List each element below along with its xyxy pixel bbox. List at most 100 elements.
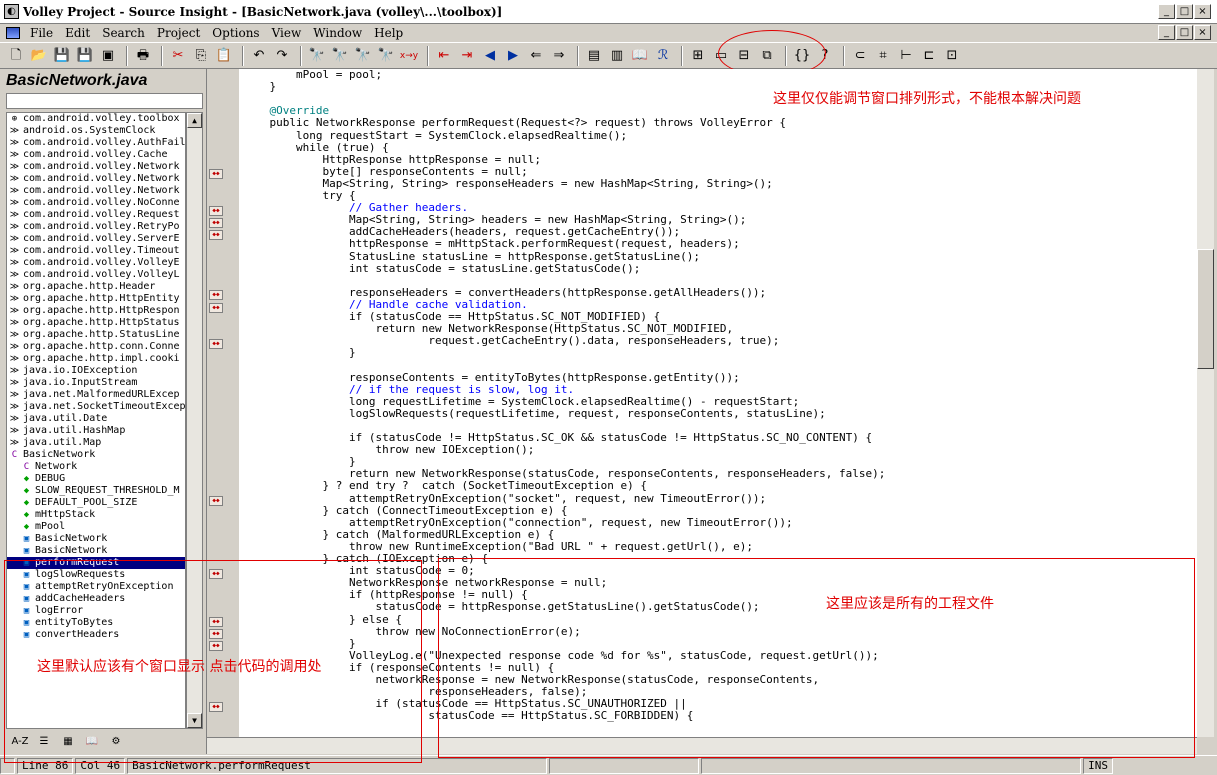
symbol-list-item[interactable]: ≫ com.android.volley.ServerE bbox=[7, 233, 185, 245]
gutter-marker[interactable]: ◆◆ bbox=[209, 229, 223, 240]
menu-window[interactable]: Window bbox=[307, 26, 368, 40]
cut-icon[interactable]: ✂ bbox=[168, 46, 188, 66]
minimize-button[interactable]: _ bbox=[1158, 4, 1175, 19]
menu-search[interactable]: Search bbox=[96, 26, 151, 40]
symbol-list-item[interactable]: ≫ java.util.HashMap bbox=[7, 425, 185, 437]
search-files-icon[interactable]: 🔭 bbox=[330, 46, 350, 66]
maximize-button[interactable]: □ bbox=[1176, 4, 1193, 19]
symbol-list-item[interactable]: ▣ BasicNetwork bbox=[7, 545, 185, 557]
menu-project[interactable]: Project bbox=[151, 26, 206, 40]
hierarchy-icon[interactable]: ⊏ bbox=[919, 46, 939, 66]
toolbar-separator bbox=[242, 45, 244, 66]
bookmark-next-icon[interactable]: ⇥ bbox=[457, 46, 477, 66]
code-line: long requestStart = SystemClock.elapsedR… bbox=[243, 128, 628, 142]
symbol-list-item[interactable]: ≫ android.os.SystemClock bbox=[7, 125, 185, 137]
symbol-list-item[interactable]: ≫ com.android.volley.VolleyE bbox=[7, 257, 185, 269]
menu-edit[interactable]: Edit bbox=[59, 26, 96, 40]
symbol-list-item[interactable]: ≫ org.apache.http.HttpRespon bbox=[7, 305, 185, 317]
symbol-list-item[interactable]: ≫ org.apache.http.HttpStatus bbox=[7, 317, 185, 329]
open-folder-icon[interactable]: 📂 bbox=[29, 46, 49, 66]
gutter-marker[interactable]: ◆◆ bbox=[209, 169, 223, 180]
save-icon[interactable]: 💾 bbox=[52, 46, 72, 66]
symbol-list-item[interactable]: ◆ DEBUG bbox=[7, 473, 185, 485]
symbol-list-item[interactable]: ≫ java.util.Date bbox=[7, 413, 185, 425]
relation-window-icon[interactable]: ℛ bbox=[653, 46, 673, 66]
scroll-thumb[interactable] bbox=[1197, 249, 1214, 369]
symbol-list-label: java.util.Date bbox=[23, 413, 108, 424]
symbol-list-item[interactable]: C Network bbox=[7, 461, 185, 473]
symbol-list-item[interactable]: ≫ com.android.volley.Network bbox=[7, 161, 185, 173]
doc-close-button[interactable]: × bbox=[1194, 25, 1211, 40]
symbol-list-item[interactable]: C BasicNetwork bbox=[7, 449, 185, 461]
symbol-list-item[interactable]: ≫ com.android.volley.Timeout bbox=[7, 245, 185, 257]
context-window-icon[interactable]: ▥ bbox=[607, 46, 627, 66]
jump-back-icon[interactable]: ⇐ bbox=[526, 46, 546, 66]
options-icon[interactable]: ⊡ bbox=[942, 46, 962, 66]
copy-icon[interactable]: ⎘ bbox=[191, 46, 211, 66]
symbol-list-item[interactable]: ≫ org.apache.http.HttpEntity bbox=[7, 293, 185, 305]
doc-restore-button[interactable]: □ bbox=[1176, 25, 1193, 40]
print-icon[interactable]: 🖶 bbox=[133, 46, 153, 66]
diagram-icon[interactable]: ⌗ bbox=[873, 46, 893, 66]
gutter-marker[interactable]: ◆◆ bbox=[209, 338, 223, 349]
symbol-list-item[interactable]: ⊕ com.android.volley.toolbox bbox=[7, 113, 185, 125]
symbol-list-item[interactable]: ≫ com.android.volley.Request bbox=[7, 209, 185, 221]
bookmark-prev-icon[interactable]: ⇤ bbox=[434, 46, 454, 66]
gutter-marker[interactable]: ◆◆ bbox=[209, 496, 223, 507]
menu-file[interactable]: File bbox=[24, 26, 59, 40]
symbol-list-item[interactable]: ≫ java.net.MalformedURLExcep bbox=[7, 389, 185, 401]
tile-windows-icon[interactable]: ⊞ bbox=[688, 46, 708, 66]
menu-options[interactable]: Options bbox=[206, 26, 265, 40]
lookup-references-icon[interactable]: 🔭 bbox=[376, 46, 396, 66]
replace-icon[interactable]: x→y bbox=[399, 46, 419, 66]
doc-minimize-button[interactable]: _ bbox=[1158, 25, 1175, 40]
symbol-list-item[interactable]: ◆ mHttpStack bbox=[7, 509, 185, 521]
search-icon[interactable]: 🔭 bbox=[307, 46, 327, 66]
save-all-icon[interactable]: 💾 bbox=[75, 46, 95, 66]
editor-vertical-scrollbar[interactable] bbox=[1197, 69, 1214, 737]
symbol-list-item[interactable]: ≫ com.android.volley.Network bbox=[7, 185, 185, 197]
link-icon[interactable]: ⊂ bbox=[850, 46, 870, 66]
symbol-list-item[interactable]: ≫ org.apache.http.Header bbox=[7, 281, 185, 293]
symbol-list-item[interactable]: ≫ com.android.volley.AuthFail bbox=[7, 137, 185, 149]
new-file-icon[interactable]: 🗋 bbox=[6, 46, 26, 66]
symbol-list-item[interactable]: ≫ com.android.volley.Network bbox=[7, 173, 185, 185]
symbol-list-item[interactable]: ≫ com.android.volley.RetryPo bbox=[7, 221, 185, 233]
symbol-window-icon[interactable]: ▤ bbox=[584, 46, 604, 66]
gutter-marker[interactable]: ◆◆ bbox=[209, 290, 223, 301]
back-arrow-icon[interactable]: ◀ bbox=[480, 46, 500, 66]
jump-forward-icon[interactable]: ⇒ bbox=[549, 46, 569, 66]
symbol-list-item[interactable]: ≫ com.android.volley.VolleyL bbox=[7, 269, 185, 281]
undo-icon[interactable]: ↶ bbox=[249, 46, 269, 66]
symbol-list-item[interactable]: ≫ java.io.IOException bbox=[7, 365, 185, 377]
document-icon[interactable] bbox=[6, 27, 20, 39]
symbol-list-item[interactable]: ≫ com.android.volley.Cache bbox=[7, 149, 185, 161]
menu-help[interactable]: Help bbox=[368, 26, 409, 40]
symbol-list-item[interactable]: ≫ java.util.Map bbox=[7, 437, 185, 449]
close-file-icon[interactable]: ▣ bbox=[98, 46, 118, 66]
menu-view[interactable]: View bbox=[266, 26, 308, 40]
search-project-icon[interactable]: 🔭 bbox=[353, 46, 373, 66]
symbol-list-item[interactable]: ≫ org.apache.http.conn.Conne bbox=[7, 341, 185, 353]
gutter-marker[interactable]: ◆◆ bbox=[209, 205, 223, 216]
symbol-list-item[interactable]: ≫ org.apache.http.impl.cooki bbox=[7, 353, 185, 365]
tree-icon[interactable]: ⊢ bbox=[896, 46, 916, 66]
symbol-search-input[interactable] bbox=[6, 93, 203, 109]
symbol-list-item[interactable]: ◆ DEFAULT_POOL_SIZE bbox=[7, 497, 185, 509]
gutter-marker[interactable]: ◆◆ bbox=[209, 217, 223, 228]
symbol-list-item[interactable]: ≫ java.io.InputStream bbox=[7, 377, 185, 389]
symbol-list-item[interactable]: ◆ mPool bbox=[7, 521, 185, 533]
symbol-list-item[interactable]: ≫ com.android.volley.NoConne bbox=[7, 197, 185, 209]
symbol-list-item[interactable]: ◆ SLOW_REQUEST_THRESHOLD_M bbox=[7, 485, 185, 497]
forward-arrow-icon[interactable]: ▶ bbox=[503, 46, 523, 66]
redo-icon[interactable]: ↷ bbox=[272, 46, 292, 66]
symbol-list-item[interactable]: ▣ BasicNetwork bbox=[7, 533, 185, 545]
paste-icon[interactable]: 📋 bbox=[214, 46, 234, 66]
gutter-marker[interactable]: ◆◆ bbox=[209, 302, 223, 313]
scroll-up-arrow-icon[interactable]: ▲ bbox=[187, 113, 202, 128]
symbol-list-label: android.os.SystemClock bbox=[23, 125, 156, 136]
close-button[interactable]: × bbox=[1194, 4, 1211, 19]
symbol-list-item[interactable]: ≫ java.net.SocketTimeoutExcep bbox=[7, 401, 185, 413]
project-window-icon[interactable]: 📖 bbox=[630, 46, 650, 66]
symbol-list-item[interactable]: ≫ org.apache.http.StatusLine bbox=[7, 329, 185, 341]
